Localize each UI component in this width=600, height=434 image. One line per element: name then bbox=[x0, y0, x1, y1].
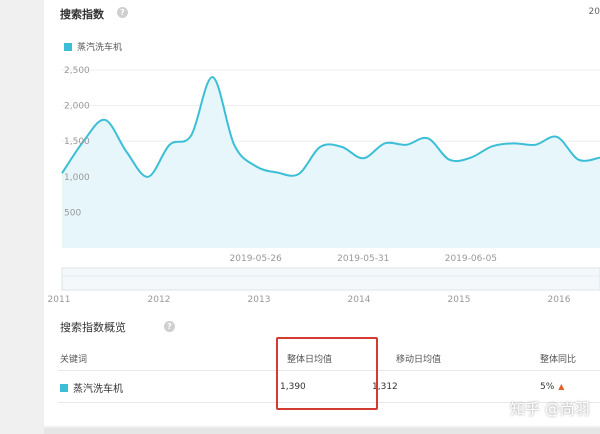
header-overall-yoy: 整体同比 bbox=[540, 355, 577, 365]
y-tick-label: 1,500 bbox=[64, 137, 90, 147]
search-index-chart[interactable]: 2,500 2,000 1,500 1,000 500 2019-05-26 2019-05… bbox=[44, 0, 600, 310]
header-mobile-avg: 移动日均值 bbox=[396, 355, 442, 365]
series-area bbox=[62, 77, 600, 248]
y-tick-label: 2,000 bbox=[64, 102, 90, 112]
keyword-swatch bbox=[60, 383, 68, 392]
up-arrow-icon: ▲ bbox=[558, 382, 565, 391]
watermark: 知乎 @尚羽 bbox=[510, 400, 590, 418]
highlight-box bbox=[276, 337, 378, 410]
table-row: 蒸汽洗车机 bbox=[60, 380, 123, 395]
timeline-year-label: 2016 bbox=[548, 295, 571, 305]
y-tick-label: 1,000 bbox=[64, 173, 90, 183]
overall-yoy-value: 5% bbox=[540, 382, 555, 392]
timeline-year-label: 2011 bbox=[48, 295, 71, 305]
x-tick-label: 2019-05-26 bbox=[230, 254, 283, 264]
x-tick-label: 2019-05-31 bbox=[337, 254, 389, 264]
timeline-navigator bbox=[61, 267, 600, 291]
y-tick-label: 500 bbox=[64, 208, 81, 218]
keyword-label: 蒸汽洗车机 bbox=[73, 384, 123, 395]
timeline-year-label: 2012 bbox=[148, 295, 171, 305]
timeline-year-label: 2013 bbox=[248, 295, 271, 305]
summary-title: 搜索指数概览 bbox=[60, 321, 126, 334]
help-icon[interactable]: ? bbox=[164, 321, 175, 332]
timeline-year-label: 2014 bbox=[348, 295, 371, 305]
x-tick-label: 2019-06-05 bbox=[445, 254, 497, 264]
next-panel-edge bbox=[44, 428, 600, 434]
header-keyword: 关键词 bbox=[60, 355, 88, 365]
timeline-year-label: 2015 bbox=[448, 295, 471, 305]
overall-yoy-cell: 5% ▲ bbox=[540, 382, 564, 392]
y-tick-label: 2,500 bbox=[64, 66, 90, 76]
search-index-panel: 搜索指数 ? 20 蒸汽洗车机 2,500 2,000 1,500 1,000 500 2… bbox=[44, 0, 600, 426]
